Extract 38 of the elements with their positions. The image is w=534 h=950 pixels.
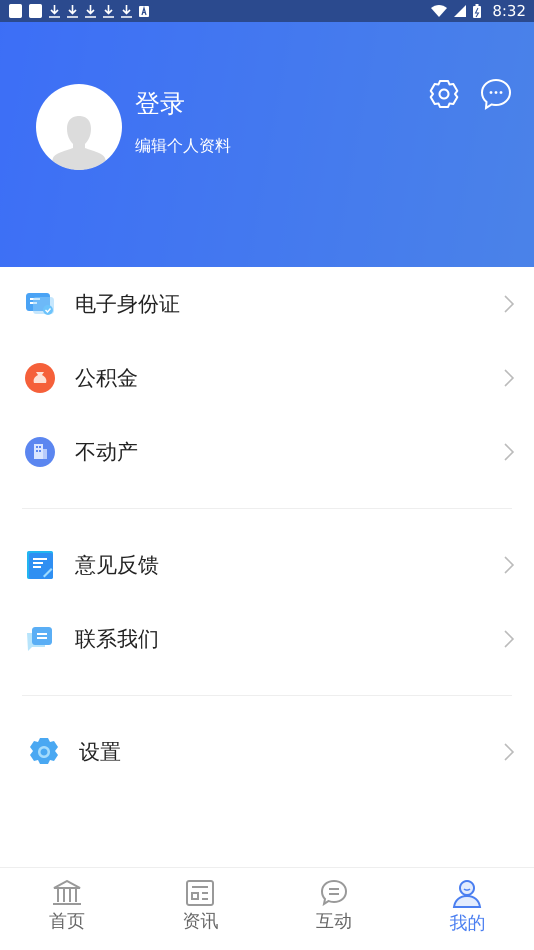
- login-link[interactable]: 登录: [135, 86, 231, 122]
- menu-item[interactable]: 联系我们: [0, 602, 534, 676]
- bank-icon: [50, 879, 83, 907]
- settings-button[interactable]: [428, 78, 460, 110]
- download-icon: [85, 4, 96, 18]
- signal-icon: [454, 5, 466, 17]
- nav-tab[interactable]: 我的: [400, 868, 534, 950]
- newspaper-icon: [184, 879, 216, 907]
- download-icon: [121, 4, 132, 18]
- notification-icon: [29, 4, 42, 18]
- menu-item[interactable]: 设置: [0, 715, 534, 789]
- wifi-icon: [431, 5, 448, 17]
- notification-icon: [9, 4, 22, 18]
- download-icon: [103, 4, 114, 18]
- nav-tab[interactable]: 资讯: [134, 868, 267, 950]
- menu-item[interactable]: 不动产: [0, 415, 534, 489]
- menu-item[interactable]: 电子身份证: [0, 267, 534, 341]
- menu-item[interactable]: 公积金: [0, 341, 534, 415]
- chevron-right-icon: [504, 556, 514, 574]
- chevron-right-icon: [504, 630, 514, 648]
- menu-item[interactable]: 意见反馈: [0, 528, 534, 602]
- message-button[interactable]: [480, 78, 512, 110]
- download-icon: [67, 4, 78, 18]
- nav-tab[interactable]: 首页: [0, 868, 134, 950]
- money-bag-icon: [24, 362, 56, 394]
- building-icon: [24, 436, 56, 468]
- chevron-right-icon: [504, 743, 514, 761]
- chevron-right-icon: [504, 295, 514, 313]
- battery-icon: [473, 4, 482, 18]
- chevron-right-icon: [504, 443, 514, 461]
- chevron-right-icon: [504, 369, 514, 387]
- keyboard-icon: [139, 6, 149, 16]
- edit-profile-link[interactable]: 编辑个人资料: [135, 136, 231, 157]
- status-time: 8:32: [492, 2, 526, 20]
- nav-tab[interactable]: 互动: [267, 868, 400, 950]
- notepad-icon: [24, 549, 56, 581]
- download-icon: [49, 4, 60, 18]
- user-icon: [451, 879, 484, 909]
